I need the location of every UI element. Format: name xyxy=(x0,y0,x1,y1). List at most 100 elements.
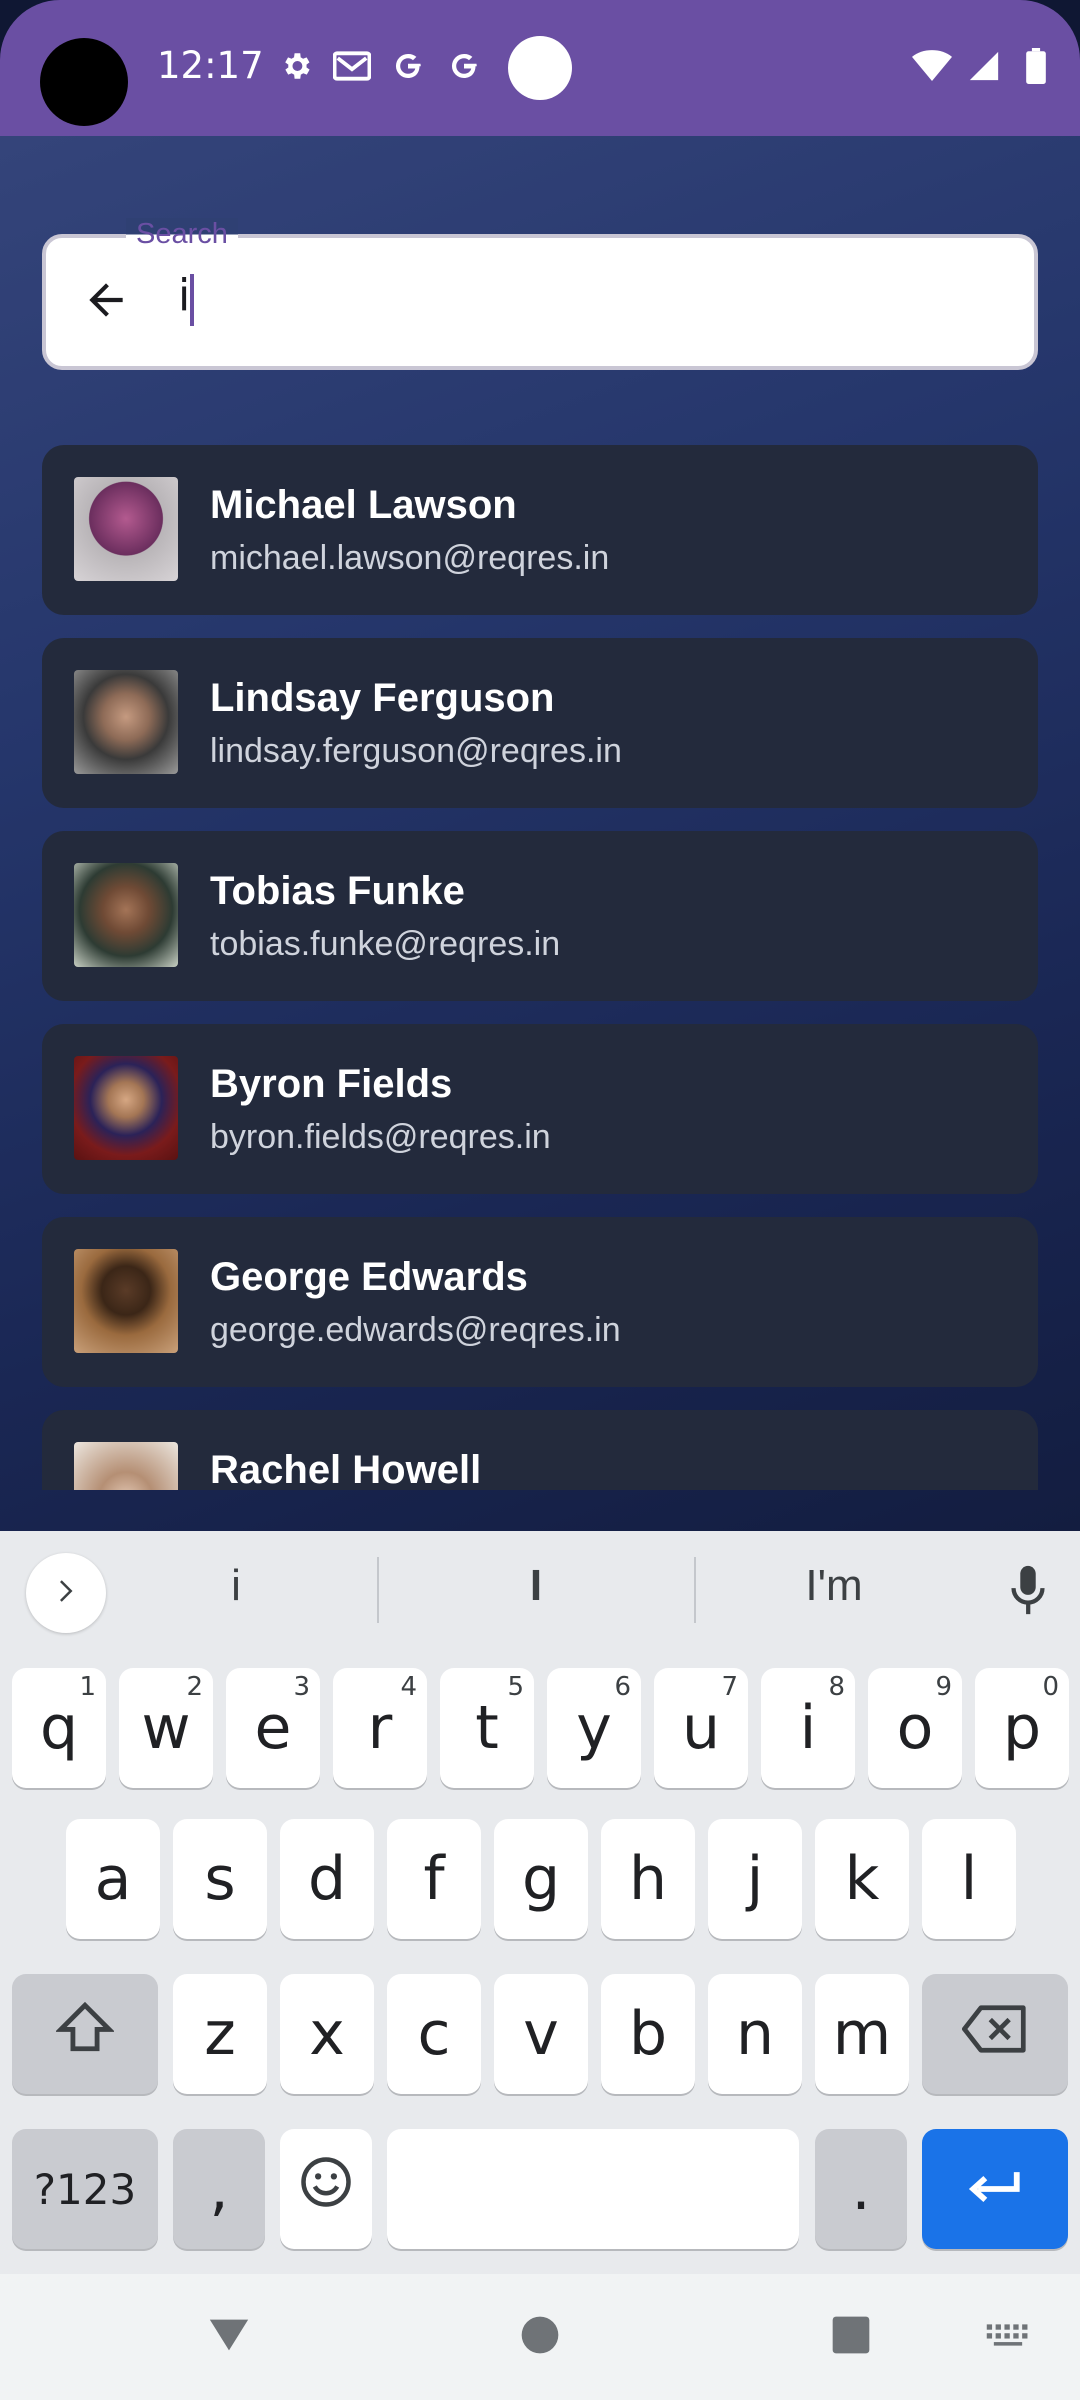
emoji-key[interactable] xyxy=(280,2129,372,2249)
key-c[interactable]: c xyxy=(387,1974,481,2094)
home-circle-icon xyxy=(520,2315,560,2360)
user-card[interactable]: Michael Lawson michael.lawson@reqres.in xyxy=(42,445,1038,615)
smiley-icon xyxy=(299,2154,353,2224)
key-v[interactable]: v xyxy=(494,1974,588,2094)
suggestion-3[interactable]: I'm xyxy=(734,1561,934,1611)
key-a[interactable]: a xyxy=(66,1819,160,1939)
key-f[interactable]: f xyxy=(387,1819,481,1939)
key-r[interactable]: r4 xyxy=(333,1668,427,1788)
recents-square-icon xyxy=(831,2315,871,2360)
user-name: George Edwards xyxy=(210,1255,528,1299)
key-n[interactable]: n xyxy=(708,1974,802,2094)
user-card[interactable]: Lindsay Ferguson lindsay.ferguson@reqres… xyxy=(42,638,1038,808)
key-z[interactable]: z xyxy=(173,1974,267,2094)
avatar xyxy=(74,477,178,581)
google-g-icon xyxy=(444,46,484,86)
key-l[interactable]: l xyxy=(922,1819,1016,1939)
google-g-icon xyxy=(388,46,428,86)
user-list: Michael Lawson michael.lawson@reqres.in … xyxy=(0,440,1080,1490)
nav-recents-button[interactable] xyxy=(816,2302,886,2372)
avatar xyxy=(74,1056,178,1160)
user-email: george.edwards@reqres.in xyxy=(210,1311,621,1349)
status-time: 12:17 xyxy=(157,44,264,87)
arrow-back-icon xyxy=(81,275,131,330)
key-j[interactable]: j xyxy=(708,1819,802,1939)
suggestion-bar: i I I'm xyxy=(0,1531,1080,1651)
signal-icon xyxy=(964,46,1004,86)
mail-icon xyxy=(332,46,372,86)
status-bar: 12:17 xyxy=(0,0,1080,136)
microphone-button[interactable] xyxy=(1003,1563,1053,1623)
text-cursor xyxy=(190,274,194,326)
avatar xyxy=(74,1442,178,1490)
battery-icon xyxy=(1016,46,1056,86)
shift-key[interactable] xyxy=(12,1974,158,2094)
key-y[interactable]: y6 xyxy=(547,1668,641,1788)
user-email: tobias.funke@reqres.in xyxy=(210,925,561,963)
key-m[interactable]: m xyxy=(815,1974,909,2094)
key-u[interactable]: u7 xyxy=(654,1668,748,1788)
camera-cutout xyxy=(40,38,128,126)
symbols-key[interactable]: ?123 xyxy=(12,2129,158,2249)
enter-arrow-icon xyxy=(966,2154,1024,2224)
user-name: Rachel Howell xyxy=(210,1448,482,1490)
user-card[interactable]: Tobias Funke tobias.funke@reqres.in xyxy=(42,831,1038,1001)
key-t[interactable]: t5 xyxy=(440,1668,534,1788)
keyboard-switch-button[interactable] xyxy=(973,2302,1043,2372)
notification-dot xyxy=(508,36,572,100)
status-icons-right xyxy=(912,46,1056,86)
key-i[interactable]: i8 xyxy=(761,1668,855,1788)
user-name: Tobias Funke xyxy=(210,869,465,913)
enter-key[interactable] xyxy=(922,2129,1068,2249)
back-button[interactable] xyxy=(72,268,140,336)
shift-icon xyxy=(54,1999,116,2069)
system-nav-bar xyxy=(0,2274,1080,2400)
backspace-key[interactable] xyxy=(922,1974,1068,2094)
user-card[interactable]: George Edwards george.edwards@reqres.in xyxy=(42,1217,1038,1387)
key-h[interactable]: h xyxy=(601,1819,695,1939)
user-email: byron.fields@reqres.in xyxy=(210,1118,551,1156)
key-e[interactable]: e3 xyxy=(226,1668,320,1788)
space-key[interactable] xyxy=(387,2129,799,2249)
suggestion-divider xyxy=(377,1557,379,1623)
user-card[interactable]: Byron Fields byron.fields@reqres.in xyxy=(42,1024,1038,1194)
microphone-icon xyxy=(1008,1564,1048,1623)
backspace-icon xyxy=(962,1999,1028,2069)
suggestion-1[interactable]: i xyxy=(136,1561,336,1611)
avatar xyxy=(74,1249,178,1353)
key-b[interactable]: b xyxy=(601,1974,695,2094)
suggestion-2[interactable]: I xyxy=(436,1561,636,1611)
key-d[interactable]: d xyxy=(280,1819,374,1939)
key-g[interactable]: g xyxy=(494,1819,588,1939)
key-q[interactable]: q1 xyxy=(12,1668,106,1788)
wifi-icon xyxy=(912,46,952,86)
key-p[interactable]: p0 xyxy=(975,1668,1069,1788)
key-s[interactable]: s xyxy=(173,1819,267,1939)
avatar xyxy=(74,670,178,774)
user-email: lindsay.ferguson@reqres.in xyxy=(210,732,622,770)
key-x[interactable]: x xyxy=(280,1974,374,2094)
search-input[interactable]: i xyxy=(178,270,190,321)
suggestion-divider xyxy=(694,1557,696,1623)
soft-keyboard: i I I'm q1 w2 e3 r4 t5 y6 u7 i8 o9 p0 a … xyxy=(0,1531,1080,2274)
user-name: Byron Fields xyxy=(210,1062,453,1106)
keyboard-switch-icon xyxy=(985,2322,1031,2353)
back-triangle-icon xyxy=(206,2315,252,2360)
expand-toolbar-button[interactable] xyxy=(26,1553,106,1633)
nav-home-button[interactable] xyxy=(505,2302,575,2372)
comma-key[interactable]: , xyxy=(173,2129,265,2249)
search-label: Search xyxy=(126,218,238,251)
key-o[interactable]: o9 xyxy=(868,1668,962,1788)
key-w[interactable]: w2 xyxy=(119,1668,213,1788)
chevron-right-icon xyxy=(51,1576,81,1611)
user-name: Lindsay Ferguson xyxy=(210,676,555,720)
user-name: Michael Lawson xyxy=(210,483,517,527)
avatar xyxy=(74,863,178,967)
key-k[interactable]: k xyxy=(815,1819,909,1939)
gear-icon xyxy=(276,46,316,86)
user-card[interactable]: Rachel Howell xyxy=(42,1410,1038,1490)
nav-back-button[interactable] xyxy=(194,2302,264,2372)
status-icons-left xyxy=(276,46,484,86)
user-email: michael.lawson@reqres.in xyxy=(210,539,610,577)
period-key[interactable]: . xyxy=(815,2129,907,2249)
